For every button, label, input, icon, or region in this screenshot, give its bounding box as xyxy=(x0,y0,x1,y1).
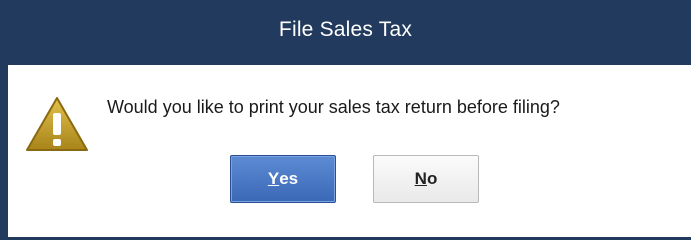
window-frame-left xyxy=(0,65,8,240)
no-button-label: o xyxy=(426,169,438,188)
yes-button-label: es xyxy=(279,169,299,188)
titlebar[interactable]: File Sales Tax xyxy=(0,0,691,65)
no-button-mnemonic: N xyxy=(414,169,427,188)
file-sales-tax-dialog: File Sales Tax Would you like to print y… xyxy=(0,0,691,240)
no-button[interactable]: No xyxy=(373,155,479,203)
warning-icon xyxy=(26,97,88,151)
dialog-title: File Sales Tax xyxy=(278,18,413,41)
yes-button[interactable]: Yes xyxy=(230,155,336,203)
dialog-message: Would you like to print your sales tax r… xyxy=(107,97,560,117)
yes-button-mnemonic: Y xyxy=(267,169,280,188)
